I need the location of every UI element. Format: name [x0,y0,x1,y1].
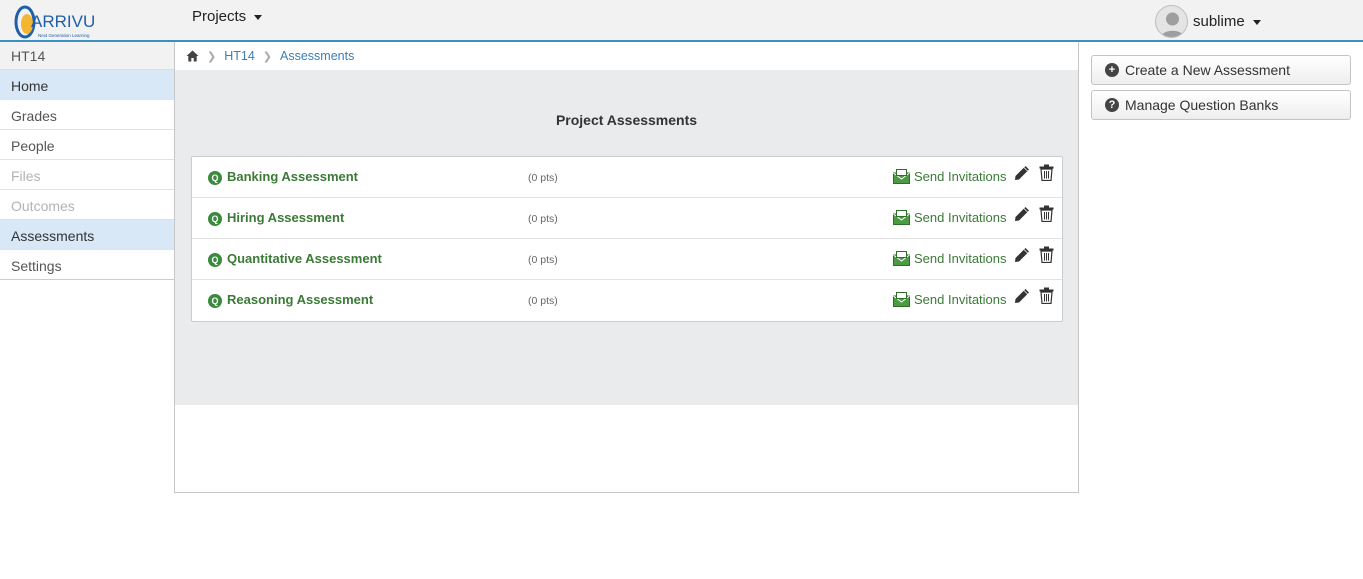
send-invitations-link[interactable]: Send Invitations [893,169,1007,184]
create-assessment-label: Create a New Assessment [1125,62,1290,78]
assessment-title-link[interactable]: Banking Assessment [227,169,358,184]
envelope-icon [893,251,910,266]
quiz-icon: Q [208,212,222,226]
quiz-icon: Q [208,294,222,308]
send-invitations-link[interactable]: Send Invitations [893,292,1007,307]
send-invitations-link[interactable]: Send Invitations [893,251,1007,266]
pencil-icon[interactable] [1014,247,1030,263]
chevron-right-icon: ❯ [262,50,273,63]
assessment-title-link[interactable]: Reasoning Assessment [227,292,373,307]
trash-icon[interactable] [1039,205,1054,222]
quiz-icon: Q [208,171,222,185]
list-item: Q Hiring Assessment (0 pts) Send Invitat… [192,198,1062,239]
envelope-icon [893,169,910,184]
user-silhouette-icon [1160,12,1185,37]
sidebar-item-grades[interactable]: Grades [0,100,175,130]
send-invitations-label: Send Invitations [914,251,1007,266]
list-item: Q Banking Assessment (0 pts) Send Invita… [192,157,1062,198]
pencil-icon[interactable] [1014,165,1030,181]
assessment-title-link[interactable]: Quantitative Assessment [227,251,382,266]
svg-text:Next Generation Learning: Next Generation Learning [38,33,90,38]
plus-circle-icon: + [1105,63,1119,77]
assessment-points: (0 pts) [528,172,558,184]
assessment-points: (0 pts) [528,213,558,225]
user-menu[interactable]: sublime [1155,5,1261,38]
sidebar: HT14 Home Grades People Files Outcomes A… [0,42,175,280]
pencil-icon[interactable] [1014,288,1030,304]
svg-text:ARRIVU: ARRIVU [31,12,95,31]
projects-menu-label: Projects [192,8,247,25]
projects-menu[interactable]: Projects [192,8,263,25]
breadcrumb-course-link[interactable]: HT14 [224,49,255,63]
sidebar-item-home[interactable]: Home [0,70,175,100]
create-assessment-button[interactable]: + Create a New Assessment [1091,55,1351,85]
envelope-icon [893,210,910,225]
sidebar-item-files[interactable]: Files [0,160,175,190]
envelope-icon [893,292,910,307]
course-title: HT14 [0,42,175,70]
trash-icon[interactable] [1039,246,1054,263]
manage-question-banks-label: Manage Question Banks [1125,97,1279,113]
breadcrumb: ❯ HT14 ❯ Assessments [175,42,1078,70]
send-invitations-link[interactable]: Send Invitations [893,210,1007,225]
chevron-down-icon [1252,20,1261,25]
page-title: Project Assessments [555,112,698,128]
user-name: sublime [1193,13,1245,30]
main-panel: ❯ HT14 ❯ Assessments Project Assessments… [174,42,1079,493]
sidebar-item-outcomes[interactable]: Outcomes [0,190,175,220]
list-item: Q Reasoning Assessment (0 pts) Send Invi… [192,280,1062,321]
trash-icon[interactable] [1039,164,1054,181]
content-area: Project Assessments Q Banking Assessment… [175,70,1078,405]
pencil-icon[interactable] [1014,206,1030,222]
chevron-down-icon [254,15,263,20]
assessment-title-link[interactable]: Hiring Assessment [227,210,344,225]
question-circle-icon: ? [1105,98,1119,112]
quiz-icon: Q [208,253,222,267]
assessment-points: (0 pts) [528,254,558,266]
arrivu-logo[interactable]: ARRIVU Next Generation Learning [14,4,96,40]
assessment-points: (0 pts) [528,295,558,307]
manage-question-banks-button[interactable]: ? Manage Question Banks [1091,90,1351,120]
home-icon[interactable] [186,50,199,62]
assessment-list: Q Banking Assessment (0 pts) Send Invita… [191,156,1063,322]
sidebar-item-settings[interactable]: Settings [0,250,175,280]
sidebar-item-people[interactable]: People [0,130,175,160]
chevron-right-icon: ❯ [207,50,217,63]
send-invitations-label: Send Invitations [914,210,1007,225]
avatar [1155,5,1188,38]
top-bar: ARRIVU Next Generation Learning Projects… [0,0,1363,42]
send-invitations-label: Send Invitations [914,292,1007,307]
breadcrumb-assessments-link[interactable]: Assessments [280,49,354,63]
sidebar-item-assessments[interactable]: Assessments [0,220,175,250]
send-invitations-label: Send Invitations [914,169,1007,184]
trash-icon[interactable] [1039,287,1054,304]
list-item: Q Quantitative Assessment (0 pts) Send I… [192,239,1062,280]
